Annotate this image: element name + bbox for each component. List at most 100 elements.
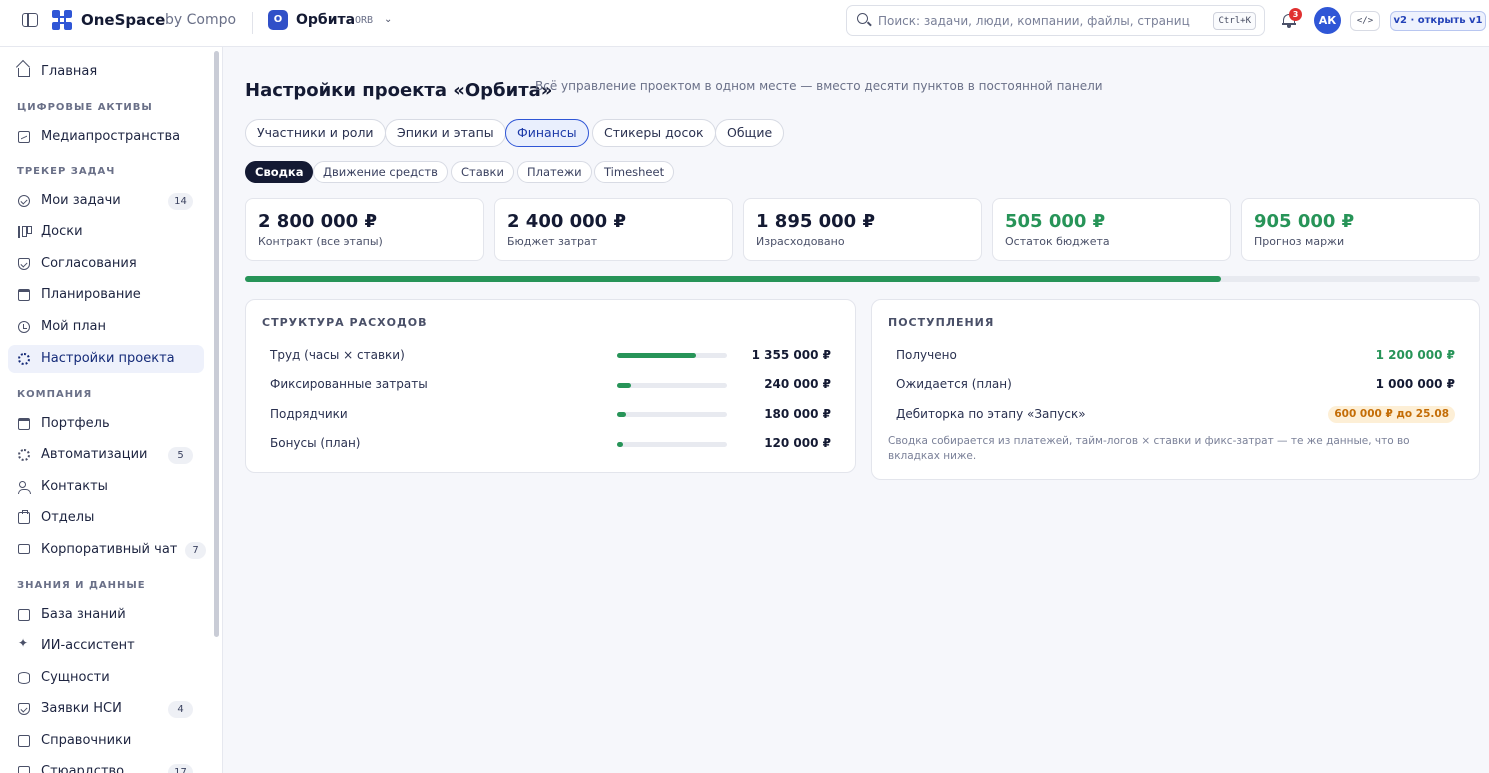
chevron-down-icon[interactable]: ⌄ <box>384 14 392 25</box>
income-expected-label: Ожидается (план) <box>896 377 1012 391</box>
expense-bar-fill <box>617 412 626 417</box>
count-badge: 7 <box>185 542 206 559</box>
sidebar-item-ai-assistant[interactable]: ИИ-ассистент <box>8 632 204 660</box>
sidebar-item-media[interactable]: Медиапространства <box>8 123 204 151</box>
income-received-value: 1 200 000 ₽ <box>1375 348 1455 362</box>
sidebar-item-label: Согласования <box>41 256 137 271</box>
tab-board-stickers[interactable]: Стикеры досок <box>592 119 716 147</box>
card-title: ПОСТУПЛЕНИЯ <box>888 316 995 329</box>
sidebar-scrollbar[interactable] <box>214 51 219 637</box>
sidebar-item-my-plan[interactable]: Мой план <box>8 313 204 341</box>
clock-icon <box>18 321 30 333</box>
sidebar-toggle-icon[interactable] <box>22 13 38 27</box>
kpi-value: 905 000 ₽ <box>1254 211 1355 232</box>
kpi-value: 2 400 000 ₽ <box>507 211 626 232</box>
expense-value: 1 355 000 ₽ <box>751 348 831 362</box>
expense-label: Фиксированные затраты <box>270 377 428 391</box>
notification-badge: 3 <box>1289 8 1302 21</box>
kpi-label: Прогноз маржи <box>1254 235 1345 248</box>
subtab-cash-flow[interactable]: Движение средств <box>313 161 448 183</box>
sidebar-item-label: Настройки проекта <box>41 351 175 366</box>
shield-check-icon <box>18 703 30 715</box>
sidebar-item-directories[interactable]: Справочники <box>8 727 204 755</box>
expense-bar-fill <box>617 442 623 447</box>
document-icon <box>18 766 30 773</box>
sidebar-item-label: Справочники <box>41 733 132 748</box>
subtab-rates[interactable]: Ставки <box>451 161 514 183</box>
top-bar: OneSpace by Compo O Орбита ORB ⌄ Ctrl+K … <box>0 0 1489 47</box>
kpi-value: 1 895 000 ₽ <box>756 211 875 232</box>
sidebar-item-label: База знаний <box>41 607 126 622</box>
project-switcher[interactable]: Орбита <box>296 12 355 28</box>
sidebar-item-portfolio[interactable]: Портфель <box>8 410 204 438</box>
expense-bar <box>617 383 727 388</box>
sidebar-item-home[interactable]: Главная <box>8 58 204 86</box>
expense-label: Труд (часы × ставки) <box>270 348 405 362</box>
subtab-timesheet[interactable]: Timesheet <box>594 161 675 183</box>
sidebar-item-label: Стюардство <box>41 764 125 773</box>
count-badge: 4 <box>168 701 193 718</box>
expense-bar-fill <box>617 383 632 388</box>
sidebar-item-departments[interactable]: Отделы <box>8 504 204 532</box>
expense-bar <box>617 442 727 447</box>
sidebar-item-planning[interactable]: Планирование <box>8 281 204 309</box>
calendar-icon <box>18 418 30 430</box>
sidebar-item-label: Главная <box>41 64 98 79</box>
tab-members-roles[interactable]: Участники и роли <box>245 119 386 147</box>
sidebar-item-approvals[interactable]: Согласования <box>8 250 204 278</box>
income-received-label: Получено <box>896 348 957 362</box>
summary-note: Сводка собирается из платежей, тайм-лого… <box>888 435 1410 462</box>
sidebar-item-label: Сущности <box>41 670 110 685</box>
kpi-value: 505 000 ₽ <box>1005 211 1106 232</box>
global-search[interactable]: Ctrl+K <box>846 5 1265 36</box>
tab-general[interactable]: Общие <box>715 119 785 147</box>
sidebar-item-knowledge-base[interactable]: База знаний <box>8 601 204 629</box>
sidebar-item-entities[interactable]: Сущности <box>8 664 204 692</box>
divider <box>252 12 253 34</box>
subtab-summary[interactable]: Сводка <box>245 161 314 183</box>
sidebar-item-corp-chat[interactable]: Корпоративный чат 7 <box>8 536 206 564</box>
sidebar-item-label: Медиапространства <box>41 129 181 144</box>
chat-icon <box>18 544 30 554</box>
gear-icon <box>18 353 30 365</box>
sidebar-item-contacts[interactable]: Контакты <box>8 473 204 501</box>
sidebar-item-stewardship[interactable]: Стюардство 17 <box>8 758 204 773</box>
expense-value: 240 000 ₽ <box>764 377 831 391</box>
count-badge: 14 <box>168 193 193 210</box>
kpi-card-budget: 2 400 000 ₽ Бюджет затрат <box>494 198 733 261</box>
sidebar: Главная ЦИФРОВЫЕ АКТИВЫ Медиапространств… <box>0 47 223 773</box>
sidebar-item-automations[interactable]: Автоматизации 5 <box>8 441 204 469</box>
receivable-badge: 600 000 ₽ до 25.08 <box>1328 406 1455 423</box>
calendar-icon <box>18 289 30 301</box>
code-button[interactable]: </> <box>1350 11 1380 31</box>
tab-epics-stages[interactable]: Эпики и этапы <box>385 119 506 147</box>
avatar[interactable]: АК <box>1314 7 1341 34</box>
sidebar-section-title: ТРЕКЕР ЗАДАЧ <box>17 166 116 177</box>
subtab-payments[interactable]: Платежи <box>517 161 592 183</box>
expense-bar-fill <box>617 353 697 358</box>
count-badge: 17 <box>168 764 193 773</box>
sidebar-item-project-settings[interactable]: Настройки проекта <box>8 345 204 373</box>
brand-name: OneSpace <box>81 11 166 29</box>
kpi-label: Израсходовано <box>756 235 845 248</box>
sparkle-icon <box>18 636 30 652</box>
book-icon <box>18 609 30 621</box>
version-switch-button[interactable]: v2 · открыть v1 <box>1390 11 1486 31</box>
tab-finance[interactable]: Финансы <box>505 119 589 147</box>
database-icon <box>18 672 30 684</box>
sidebar-item-boards[interactable]: Доски <box>8 218 204 246</box>
brand-subtitle: by Compo <box>165 12 237 28</box>
page-subtitle: Всё управление проектом в одном месте — … <box>535 79 1103 93</box>
sidebar-item-label: ИИ-ассистент <box>41 638 135 653</box>
project-badge[interactable]: O <box>268 10 288 30</box>
kpi-card-margin: 905 000 ₽ Прогноз маржи <box>1241 198 1480 261</box>
sidebar-item-my-tasks[interactable]: Мои задачи 14 <box>8 187 204 215</box>
sidebar-item-nsi-requests[interactable]: Заявки НСИ 4 <box>8 695 204 723</box>
gear-icon <box>18 449 30 461</box>
kpi-label: Бюджет затрат <box>507 235 598 248</box>
sidebar-item-label: Отделы <box>41 510 95 525</box>
kpi-card-contract: 2 800 000 ₽ Контракт (все этапы) <box>245 198 484 261</box>
expense-value: 180 000 ₽ <box>764 407 831 421</box>
income-card: ПОСТУПЛЕНИЯ Получено 1 200 000 ₽ Ожидает… <box>871 299 1480 480</box>
search-input[interactable] <box>878 12 1208 30</box>
